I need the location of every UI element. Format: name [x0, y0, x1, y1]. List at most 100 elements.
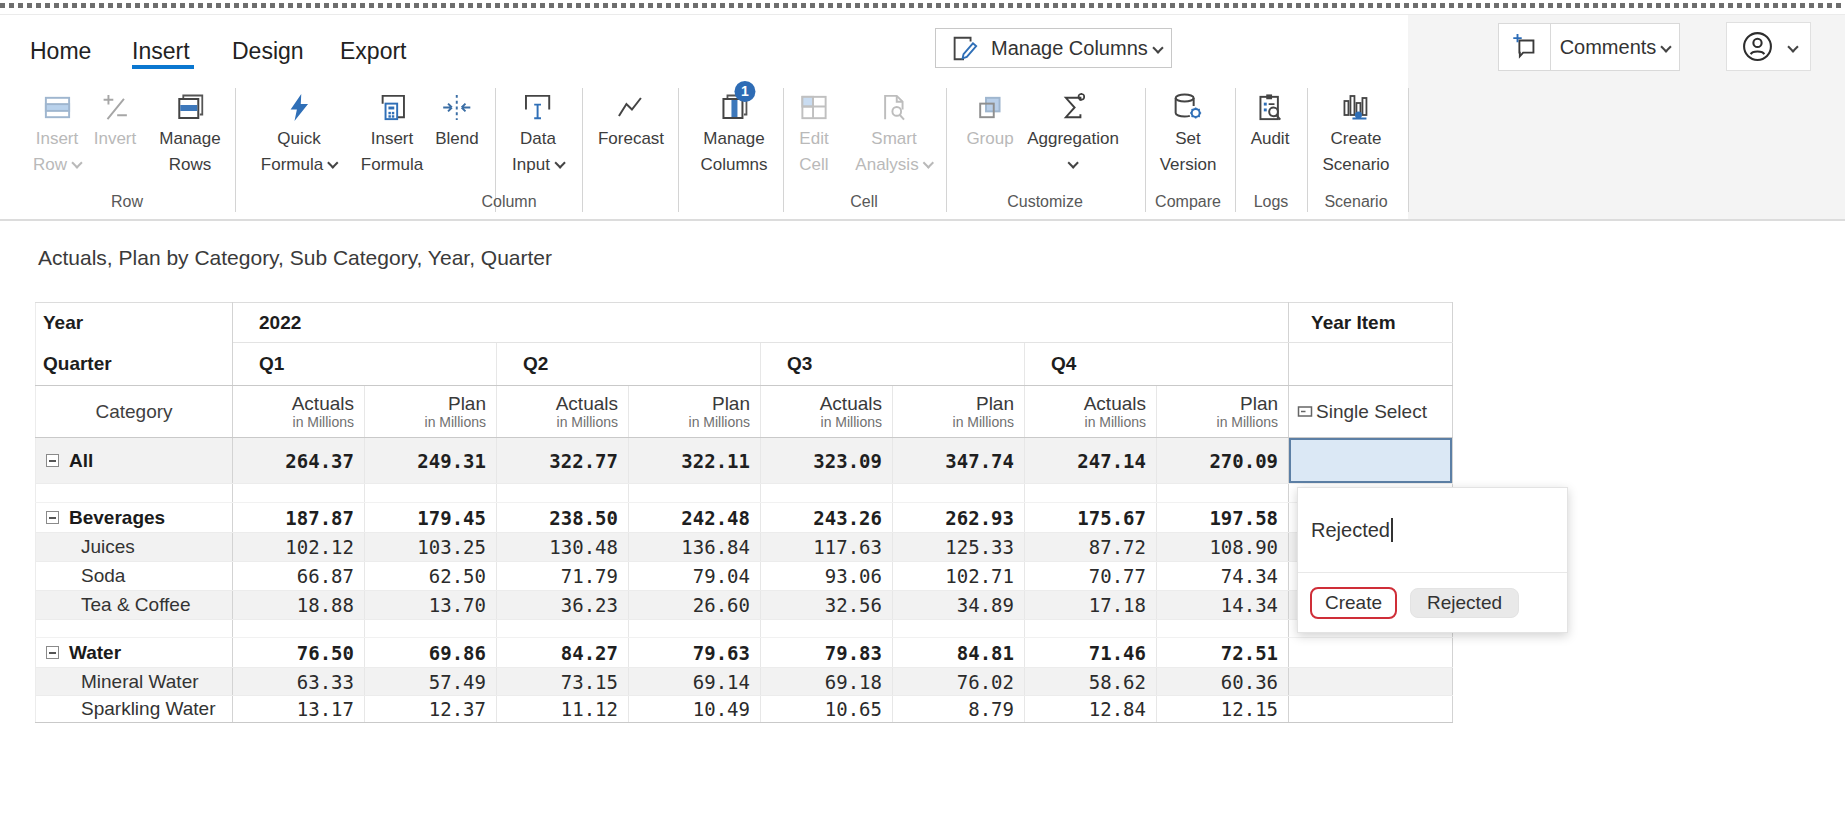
manage-columns-dropdown[interactable]: Manage Columns	[935, 28, 1172, 68]
cell[interactable]: 79.63	[629, 638, 761, 668]
cell[interactable]: 12.37	[365, 696, 497, 723]
cell[interactable]: 347.74	[893, 438, 1025, 484]
cell[interactable]: 117.63	[761, 533, 893, 562]
single-select-cell[interactable]: Single Select	[1289, 386, 1453, 438]
cell[interactable]: 14.34	[1157, 591, 1289, 620]
cell[interactable]: 242.48	[629, 503, 761, 533]
category-dimension-label[interactable]: Category	[36, 386, 233, 438]
value-input[interactable]: Rejected	[1298, 488, 1567, 573]
cell[interactable]: 10.49	[629, 696, 761, 723]
cell[interactable]: 34.89	[893, 591, 1025, 620]
cell[interactable]: 136.84	[629, 533, 761, 562]
cell[interactable]: 84.27	[497, 638, 629, 668]
ribbon-audit[interactable]: Audit	[1251, 88, 1290, 152]
row-header-all[interactable]: All	[36, 438, 233, 484]
cell[interactable]: 187.87	[233, 503, 365, 533]
add-comment-button[interactable]	[1499, 24, 1551, 70]
ribbon-blend[interactable]: Blend	[435, 88, 478, 152]
cell[interactable]: 57.49	[365, 668, 497, 696]
quarter-header-q3[interactable]: Q3	[761, 343, 1025, 386]
cell[interactable]: 10.65	[761, 696, 893, 723]
row-header-beverages[interactable]: Beverages	[36, 503, 233, 533]
year-dimension-label[interactable]: Year	[36, 303, 232, 343]
cell[interactable]: 72.51	[1157, 638, 1289, 668]
collapse-icon[interactable]	[46, 511, 59, 524]
measure-header[interactable]: Planin Millions	[1157, 386, 1289, 438]
cell[interactable]: 74.34	[1157, 562, 1289, 591]
row-header-soda[interactable]: Soda	[36, 562, 233, 591]
collapse-icon[interactable]	[46, 454, 59, 467]
cell[interactable]: 84.81	[893, 638, 1025, 668]
cell[interactable]: 66.87	[233, 562, 365, 591]
cell[interactable]: 179.45	[365, 503, 497, 533]
cell[interactable]: 69.18	[761, 668, 893, 696]
cell[interactable]: 13.70	[365, 591, 497, 620]
quarter-dimension-label[interactable]: Quarter	[36, 343, 232, 385]
ribbon-set-version[interactable]: Set Version	[1160, 88, 1217, 178]
cell[interactable]: 18.88	[233, 591, 365, 620]
create-button[interactable]: Create	[1310, 587, 1397, 619]
cell[interactable]: 12.84	[1025, 696, 1157, 723]
ribbon-edit-cell[interactable]: Edit Cell	[799, 88, 830, 178]
selected-year-item-cell[interactable]	[1289, 438, 1453, 484]
cell[interactable]: 102.12	[233, 533, 365, 562]
cell[interactable]: 71.46	[1025, 638, 1157, 668]
year-item-cell[interactable]	[1289, 638, 1453, 668]
cell[interactable]: 73.15	[497, 668, 629, 696]
cell[interactable]: 79.83	[761, 638, 893, 668]
comments-dropdown[interactable]: Comments	[1551, 24, 1679, 70]
cell[interactable]: 8.79	[893, 696, 1025, 723]
tab-insert[interactable]: Insert	[132, 38, 190, 65]
year-header-2022[interactable]: 2022	[233, 303, 1289, 343]
cell[interactable]: 93.06	[761, 562, 893, 591]
ribbon-insert-row[interactable]: Insert Row	[33, 88, 81, 178]
cell[interactable]: 125.33	[893, 533, 1025, 562]
cell[interactable]: 26.60	[629, 591, 761, 620]
cell[interactable]: 108.90	[1157, 533, 1289, 562]
ribbon-smart-analysis[interactable]: Smart Analysis	[855, 88, 932, 178]
cell[interactable]: 17.18	[1025, 591, 1157, 620]
measure-header[interactable]: Actualsin Millions	[233, 386, 365, 438]
cell[interactable]: 60.36	[1157, 668, 1289, 696]
cell[interactable]: 262.93	[893, 503, 1025, 533]
ribbon-forecast[interactable]: Forecast	[598, 88, 664, 152]
rejected-option-button[interactable]: Rejected	[1410, 588, 1519, 618]
measure-header[interactable]: Planin Millions	[893, 386, 1025, 438]
ribbon-insert-formula[interactable]: Insert Formula	[361, 88, 423, 178]
cell[interactable]: 11.12	[497, 696, 629, 723]
cell[interactable]: 70.77	[1025, 562, 1157, 591]
ribbon-data-input[interactable]: Data Input	[512, 88, 564, 178]
tab-home[interactable]: Home	[30, 38, 91, 65]
cell[interactable]: 323.09	[761, 438, 893, 484]
cell[interactable]: 36.23	[497, 591, 629, 620]
year-item-empty-cell[interactable]	[1289, 343, 1453, 386]
row-header-tea-coffee[interactable]: Tea & Coffee	[36, 591, 233, 620]
row-header-juices[interactable]: Juices	[36, 533, 233, 562]
cell[interactable]: 76.02	[893, 668, 1025, 696]
measure-header[interactable]: Planin Millions	[365, 386, 497, 438]
cell[interactable]: 102.71	[893, 562, 1025, 591]
quarter-header-q4[interactable]: Q4	[1025, 343, 1289, 386]
cell[interactable]: 249.31	[365, 438, 497, 484]
cell[interactable]: 103.25	[365, 533, 497, 562]
cell[interactable]: 62.50	[365, 562, 497, 591]
ribbon-quick-formula[interactable]: Quick Formula	[261, 88, 337, 178]
ribbon-manage-rows[interactable]: Manage Rows	[159, 88, 220, 178]
collapse-icon[interactable]	[46, 646, 59, 659]
cell[interactable]: 63.33	[233, 668, 365, 696]
ribbon-invert[interactable]: Invert	[94, 88, 137, 152]
cell[interactable]: 76.50	[233, 638, 365, 668]
row-header-mineral-water[interactable]: Mineral Water	[36, 668, 233, 696]
quarter-header-q1[interactable]: Q1	[233, 343, 497, 386]
ribbon-manage-columns[interactable]: 1 Manage Columns	[700, 88, 767, 178]
cell[interactable]: 175.67	[1025, 503, 1157, 533]
measure-header[interactable]: Actualsin Millions	[1025, 386, 1157, 438]
user-avatar-menu[interactable]	[1726, 22, 1811, 71]
measure-header[interactable]: Actualsin Millions	[497, 386, 629, 438]
cell[interactable]: 247.14	[1025, 438, 1157, 484]
ribbon-aggregation[interactable]: Aggregation	[1027, 88, 1119, 178]
cell[interactable]: 197.58	[1157, 503, 1289, 533]
ribbon-create-scenario[interactable]: Create Scenario	[1322, 88, 1389, 178]
cell[interactable]: 69.14	[629, 668, 761, 696]
cell[interactable]: 13.17	[233, 696, 365, 723]
